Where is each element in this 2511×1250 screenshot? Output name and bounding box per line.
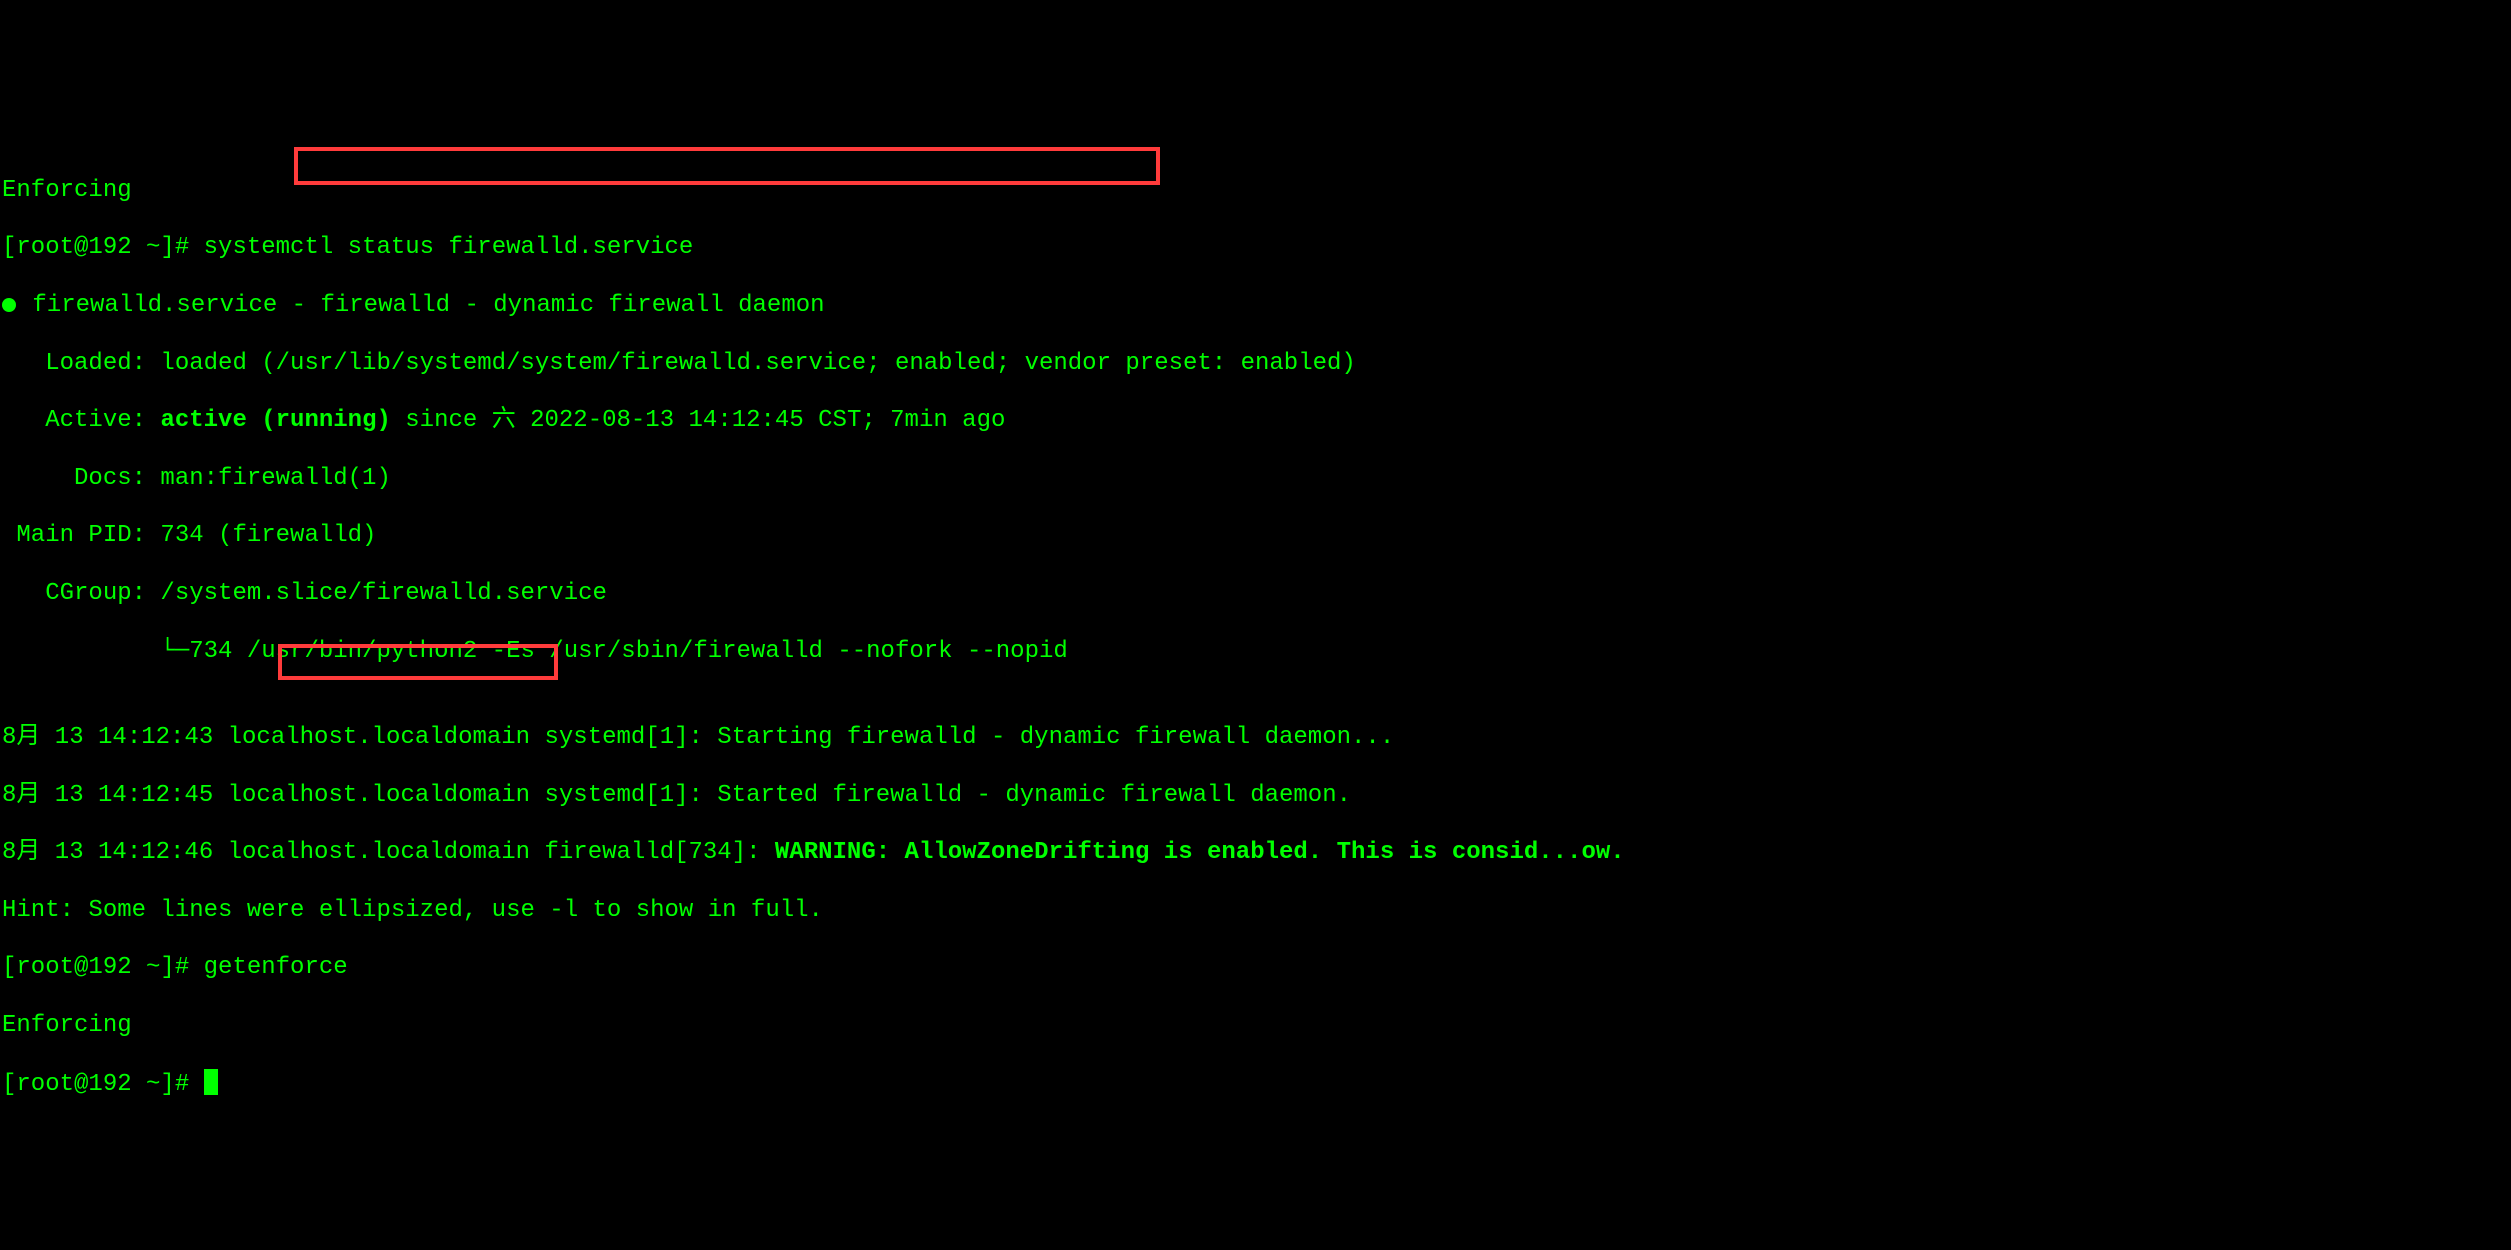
- main-pid-line: Main PID: 734 (firewalld): [2, 522, 2509, 551]
- warning-text: WARNING: AllowZoneDrifting is enabled. T…: [775, 839, 1625, 866]
- active-line: Active: active (running) since 六 2022-08…: [2, 407, 2509, 436]
- output-line: Enforcing: [2, 177, 2509, 206]
- command: getenforce: [204, 954, 348, 981]
- output-line: Enforcing: [2, 1012, 2509, 1041]
- label: Active:: [2, 407, 160, 434]
- log-line: 8月 13 14:12:43 localhost.localdomain sys…: [2, 724, 2509, 753]
- loaded-line: Loaded: loaded (/usr/lib/systemd/system/…: [2, 350, 2509, 379]
- active-status: active (running): [160, 407, 390, 434]
- log-line-warning: 8月 13 14:12:46 localhost.localdomain fir…: [2, 839, 2509, 868]
- log-line: 8月 13 14:12:45 localhost.localdomain sys…: [2, 782, 2509, 811]
- text: Enforcing: [2, 177, 132, 204]
- status-dot-icon: [2, 298, 16, 312]
- text: firewalld.service - firewalld - dynamic …: [32, 292, 824, 319]
- service-header: firewalld.service - firewalld - dynamic …: [2, 292, 2509, 321]
- cgroup-line: CGroup: /system.slice/firewalld.service: [2, 580, 2509, 609]
- cursor-icon: [204, 1069, 218, 1095]
- cgroup-proc-line: └─734 /usr/bin/python2 -Es /usr/sbin/fir…: [2, 638, 2509, 667]
- hint-line: Hint: Some lines were ellipsized, use -l…: [2, 897, 2509, 926]
- prompt: [root@192 ~]#: [2, 954, 204, 981]
- log-prefix: 8月 13 14:12:46 localhost.localdomain fir…: [2, 839, 775, 866]
- prompt-line-2: [root@192 ~]# getenforce: [2, 954, 2509, 983]
- prompt-line-1: [root@192 ~]# systemctl status firewalld…: [2, 234, 2509, 263]
- prompt-line-3: [root@192 ~]#: [2, 1069, 2509, 1100]
- docs-line: Docs: man:firewalld(1): [2, 465, 2509, 494]
- prompt: [root@192 ~]#: [2, 234, 204, 261]
- prompt: [root@192 ~]#: [2, 1071, 204, 1098]
- since-text: since 六 2022-08-13 14:12:45 CST; 7min ag…: [391, 407, 1006, 434]
- command: systemctl status firewalld.service: [204, 234, 694, 261]
- terminal[interactable]: Enforcing [root@192 ~]# systemctl status…: [0, 144, 2511, 1219]
